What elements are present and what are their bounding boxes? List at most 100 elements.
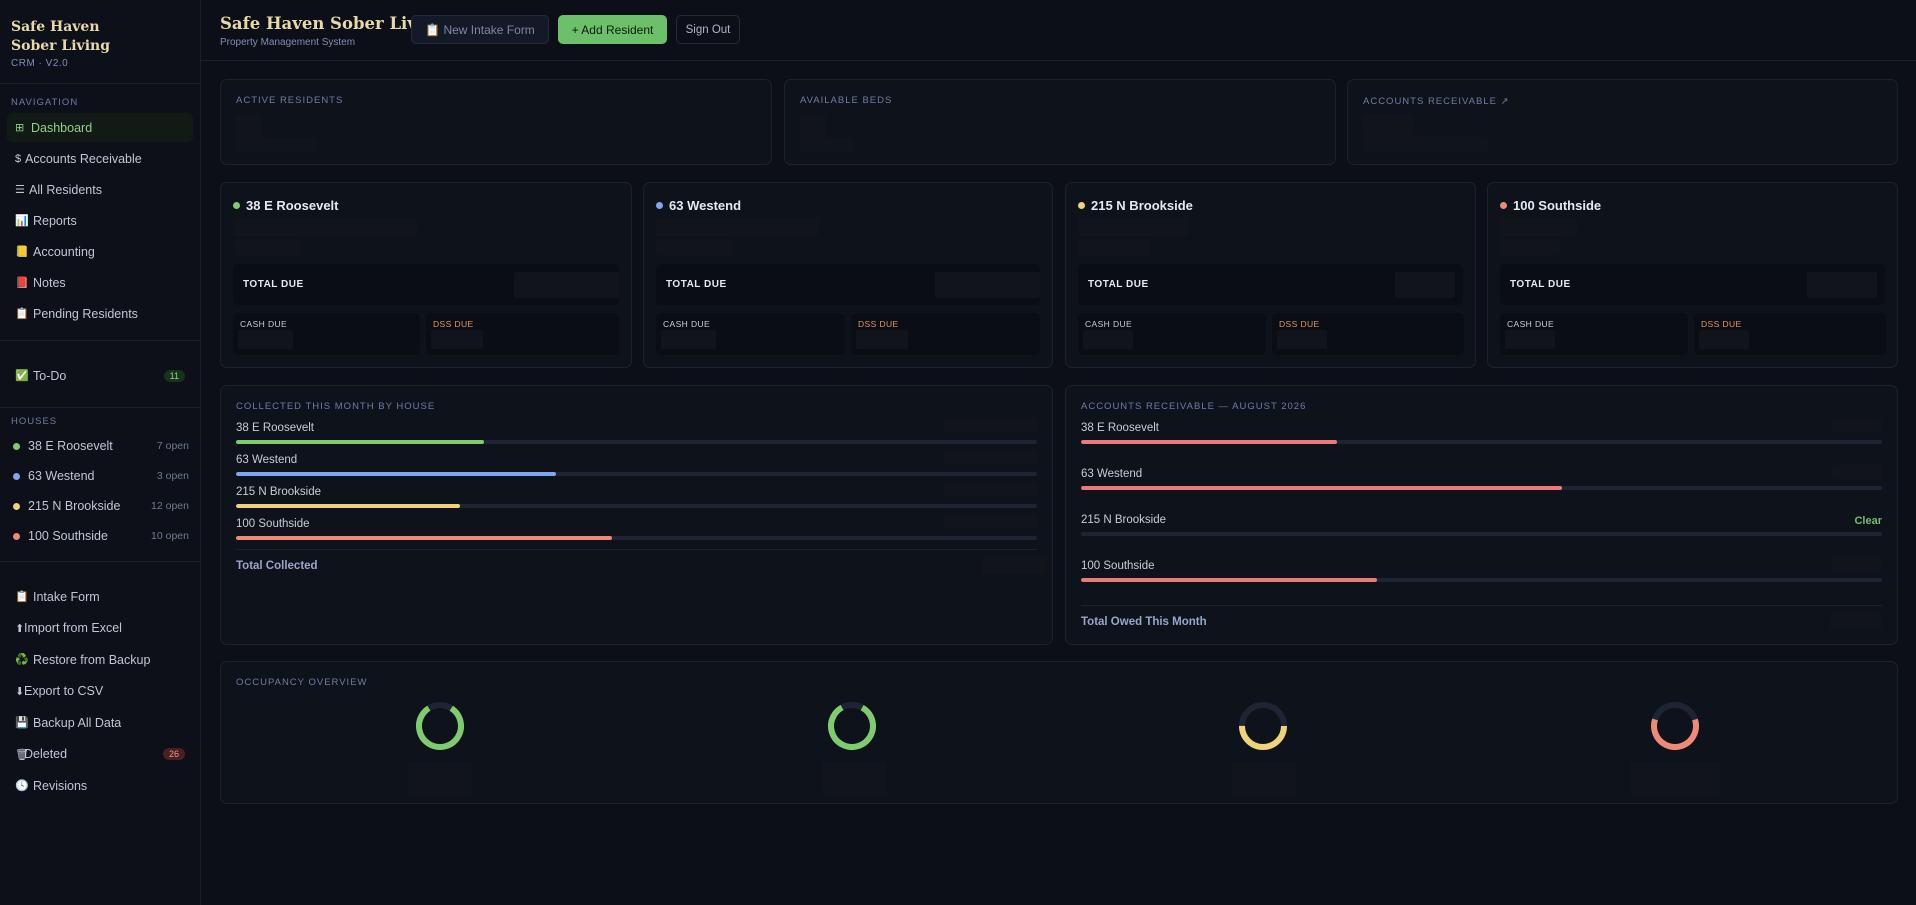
sidebar-item-pending-residents[interactable]: 📋 Pending Residents [7, 299, 193, 328]
sidebar-item-label: Accounting [33, 244, 95, 259]
house-card-100-southside: 100 Southside TOTAL DUE CASH DUE DSS DUE [1487, 182, 1898, 368]
cash-due-label: CASH DUE [240, 319, 288, 329]
sidebar-house-63-westend[interactable]: 63 Westend 3 open [0, 461, 200, 491]
divider [0, 561, 200, 562]
collected-track [236, 504, 1037, 508]
cash-due-label: CASH DUE [1507, 319, 1555, 329]
notebook-icon: 📕 [15, 277, 29, 289]
collected-bar [236, 440, 485, 444]
nav-section-label: NAVIGATION [11, 97, 79, 108]
value-placeholder [1832, 419, 1882, 433]
sidebar-item-import-excel[interactable]: ⬆ Import from Excel [7, 614, 193, 643]
sidebar-item-accounting[interactable]: 📒 Accounting [7, 237, 193, 266]
sidebar-item-backup-all[interactable]: 💾 Backup All Data [7, 708, 193, 737]
house-color-dot [13, 502, 20, 510]
sidebar-item-restore-backup[interactable]: ♻️ Restore from Backup [7, 645, 193, 674]
receivable-row-label: 63 Westend [1081, 468, 1143, 480]
sidebar-item-reports[interactable]: 📊 Reports [7, 206, 193, 235]
sidebar-item-export-csv[interactable]: ⬇ Export to CSV [7, 677, 193, 706]
floppy-disk-icon: 💾 [15, 717, 29, 729]
value-placeholder [1395, 272, 1455, 298]
receivable-bar [1081, 440, 1338, 444]
house-open-count: 12 open [151, 500, 189, 512]
value-placeholder [856, 330, 908, 349]
house-card-title: 215 N Brookside [1078, 198, 1193, 213]
house-color-dot [13, 442, 20, 450]
sidebar-item-label: Backup All Data [33, 715, 122, 730]
sidebar-item-todo[interactable]: ✅ To-Do 11 [7, 361, 193, 390]
brand-line-2: Sober Living [11, 38, 110, 54]
collected-track [236, 440, 1037, 444]
sidebar-item-label: Intake Form [33, 589, 100, 604]
collected-bar [236, 504, 461, 508]
sidebar-item-notes[interactable]: 📕 Notes [7, 268, 193, 297]
sidebar-house-215-n-brookside[interactable]: 215 N Brookside 12 open [0, 491, 200, 521]
value-placeholder [236, 138, 317, 152]
sign-out-button[interactable]: Sign Out [676, 15, 740, 44]
divider [1081, 605, 1882, 606]
value-placeholder [1078, 218, 1188, 236]
occupancy-ring-svg [416, 702, 464, 750]
brand-title: Safe Haven Sober Living [11, 18, 131, 56]
sidebar-house-38-e-roosevelt[interactable]: 38 E Roosevelt 7 open [0, 431, 200, 461]
sidebar-item-all-residents[interactable]: ☰ All Residents [7, 175, 193, 204]
occupancy-ring-svg [1651, 702, 1699, 750]
occupancy-title: OCCUPANCY OVERVIEW [236, 677, 368, 688]
value-placeholder [944, 515, 1037, 529]
sidebar-item-label: Revisions [33, 778, 88, 793]
recycle-icon: ♻️ [15, 654, 29, 666]
value-placeholder [944, 451, 1037, 465]
collected-track [236, 536, 1037, 540]
sidebar-item-accounts-receivable[interactable]: $ Accounts Receivable [7, 144, 193, 173]
accounts-receivable-card[interactable]: ACCOUNTS RECEIVABLE ↗ [1347, 79, 1898, 165]
value-placeholder [1699, 330, 1749, 349]
occupancy-ring [414, 700, 466, 752]
receivable-row-label: 38 E Roosevelt [1081, 422, 1159, 434]
dss-due-box: DSS DUE [1694, 313, 1886, 355]
receivable-row-label: 215 N Brookside [1081, 514, 1167, 526]
available-beds-label: AVAILABLE BEDS [800, 95, 893, 106]
value-placeholder [1500, 218, 1577, 236]
sidebar: Safe Haven Sober Living CRM · V2.0 NAVIG… [0, 0, 201, 905]
cash-due-label: CASH DUE [1085, 319, 1133, 329]
house-card-title: 63 Westend [656, 198, 741, 213]
sidebar-house-100-southside[interactable]: 100 Southside 10 open [0, 521, 200, 551]
total-owed-label: Total Owed This Month [1081, 616, 1207, 628]
dss-due-box: DSS DUE [426, 313, 619, 355]
value-placeholder [408, 762, 472, 795]
total-due-label: TOTAL DUE [1088, 279, 1149, 290]
houses-section-label: HOUSES [11, 416, 58, 427]
house-name: 215 N Brookside [28, 499, 121, 513]
clipboard-icon: 📋 [15, 591, 29, 603]
add-resident-button[interactable]: + Add Resident [558, 15, 667, 44]
todo-count-badge: 11 [163, 369, 185, 382]
sidebar-item-deleted[interactable]: 🗑 Deleted 26 [7, 740, 193, 769]
new-intake-form-button[interactable]: 📋 New Intake Form [411, 15, 549, 44]
tools-list: 📋 Intake Form ⬆ Import from Excel ♻️ Restor… [0, 582, 200, 800]
dss-due-label: DSS DUE [858, 319, 899, 329]
clipboard-icon: 📋 [15, 308, 29, 320]
ledger-icon: 📒 [15, 246, 29, 258]
house-color-dot [1078, 202, 1085, 209]
house-card-name: 38 E Roosevelt [246, 198, 339, 213]
todo-list: ✅ To-Do 11 [0, 361, 200, 390]
occupancy-ring-svg [828, 702, 876, 750]
accounts-receivable-label: ACCOUNTS RECEIVABLE ↗ [1363, 96, 1510, 107]
occupancy-panel: OCCUPANCY OVERVIEW [220, 661, 1898, 804]
collected-row-label: 38 E Roosevelt [236, 422, 314, 434]
active-residents-card: ACTIVE RESIDENTS [220, 79, 772, 165]
value-placeholder [1807, 272, 1877, 298]
value-placeholder [1363, 137, 1488, 152]
receivable-bar [1081, 578, 1378, 582]
sidebar-item-intake-form[interactable]: 📋 Intake Form [7, 582, 193, 611]
occupancy-ring [1649, 700, 1701, 752]
sidebar-item-label: To-Do [33, 368, 67, 383]
sidebar-item-label: Export to CSV [24, 684, 104, 698]
value-placeholder [1363, 114, 1413, 136]
download-icon: ⬇ [15, 685, 25, 698]
receivable-track [1081, 440, 1882, 444]
sidebar-item-dashboard[interactable]: ⊞ Dashboard [7, 113, 193, 142]
sidebar-item-revisions[interactable]: 🕓 Revisions [7, 771, 193, 800]
cash-due-label: CASH DUE [663, 319, 711, 329]
divider [0, 340, 200, 341]
